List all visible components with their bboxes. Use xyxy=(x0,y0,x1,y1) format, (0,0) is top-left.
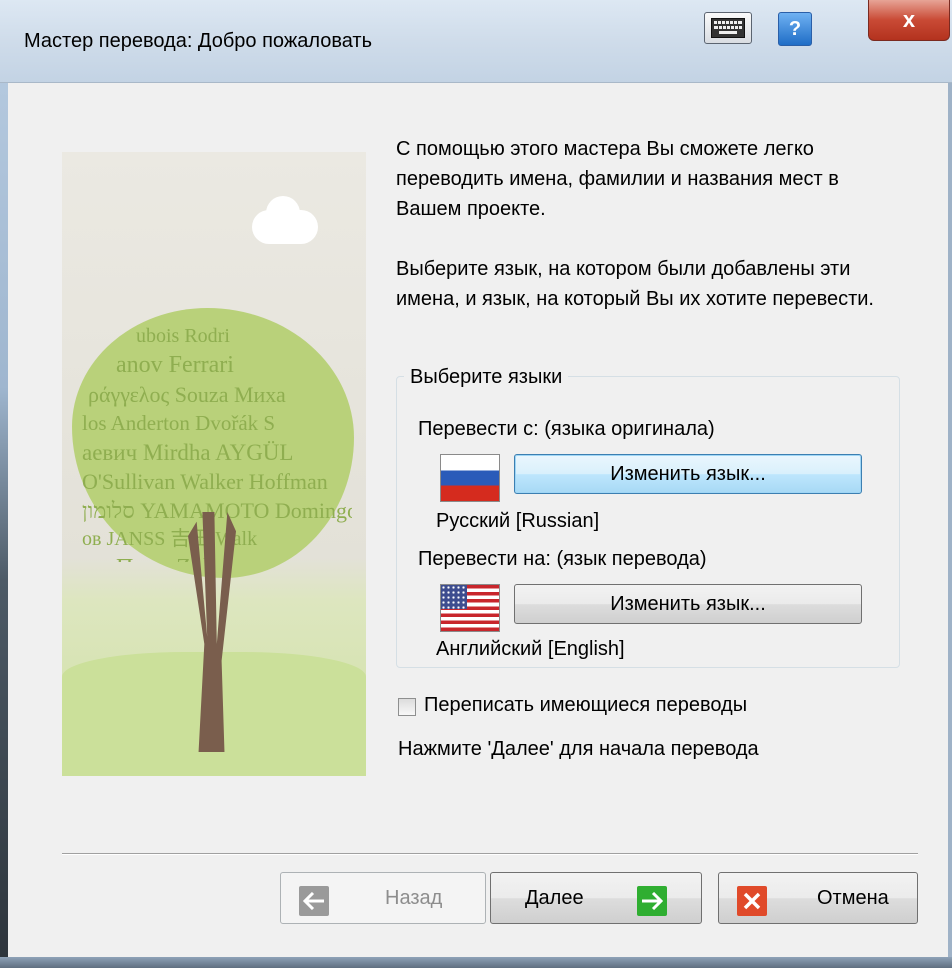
change-source-language-button[interactable]: Изменить язык... xyxy=(514,454,862,494)
cancel-button-label: Отмена xyxy=(817,887,889,909)
canopy-word-line: anov Ferrari xyxy=(116,352,234,378)
close-icon[interactable]: x xyxy=(868,0,950,41)
cancel-x-icon xyxy=(737,886,767,916)
change-target-language-label: Изменить язык... xyxy=(610,592,766,615)
canopy-word-line: ubois Rodri xyxy=(136,325,230,347)
cloud-graphic xyxy=(252,196,318,244)
next-button[interactable]: Далее xyxy=(490,872,702,924)
next-button-label: Далее xyxy=(525,887,584,909)
back-button[interactable]: Назад xyxy=(280,872,486,924)
intro-text: С помощью этого мастера Вы сможете легко… xyxy=(396,134,916,314)
next-hint-text: Нажмите 'Далее' для начала перевода xyxy=(398,738,759,760)
close-glyph: x xyxy=(902,7,916,32)
overwrite-translations-label[interactable]: Переписать имеющиеся переводы xyxy=(424,694,747,717)
wizard-illustration: ubois Rodri anov Ferrari ράγγελος Souza … xyxy=(62,152,366,776)
back-button-label: Назад xyxy=(385,887,443,909)
source-language-value: Русский [Russian] xyxy=(436,510,600,532)
target-language-label: Перевести на: (язык перевода) xyxy=(418,548,707,570)
back-arrow-icon xyxy=(299,886,329,916)
help-glyph: ? xyxy=(788,17,802,40)
canopy-word-line: los Anderton Dvořák S xyxy=(82,411,276,435)
window-frame-left xyxy=(0,0,8,968)
change-source-language-label: Изменить язык... xyxy=(610,462,766,485)
languages-group-title: Выберите языки xyxy=(404,366,569,389)
next-arrow-icon xyxy=(637,886,667,916)
back-arrow-glyph xyxy=(303,892,324,910)
canopy-word-line: ράγγελος Souza Миха xyxy=(88,382,286,407)
canopy-word-line: O'Sullivan Walker Hoffman xyxy=(82,469,328,494)
canopy-word-line: аевич Mirdha AYGÜL xyxy=(82,440,294,465)
window-frame-bottom xyxy=(0,957,952,968)
keyboard-icon[interactable] xyxy=(704,12,752,44)
target-language-value: Английский [English] xyxy=(436,638,625,660)
russian-flag-icon xyxy=(440,454,500,502)
change-target-language-button[interactable]: Изменить язык... xyxy=(514,584,862,624)
intro-paragraph-1: С помощью этого мастера Вы сможете легко… xyxy=(396,138,839,220)
cancel-button[interactable]: Отмена xyxy=(718,872,918,924)
help-icon[interactable]: ? xyxy=(778,12,812,46)
us-flag-icon xyxy=(440,584,500,632)
keyboard-glyph xyxy=(711,18,745,38)
us-flag-canton xyxy=(441,585,467,609)
title-bar[interactable]: Мастер перевода: Добро пожаловать ? x xyxy=(0,0,952,83)
footer-separator xyxy=(62,853,918,855)
window-frame-right xyxy=(948,82,952,968)
source-language-label: Перевести с: (языка оригинала) xyxy=(418,418,715,440)
intro-paragraph-2: Выберите язык, на котором были добавлены… xyxy=(396,258,874,310)
window-title: Мастер перевода: Добро пожаловать xyxy=(24,30,372,52)
next-arrow-glyph xyxy=(642,892,663,910)
overwrite-translations-checkbox[interactable] xyxy=(398,698,416,716)
cancel-x-glyph xyxy=(743,892,761,910)
